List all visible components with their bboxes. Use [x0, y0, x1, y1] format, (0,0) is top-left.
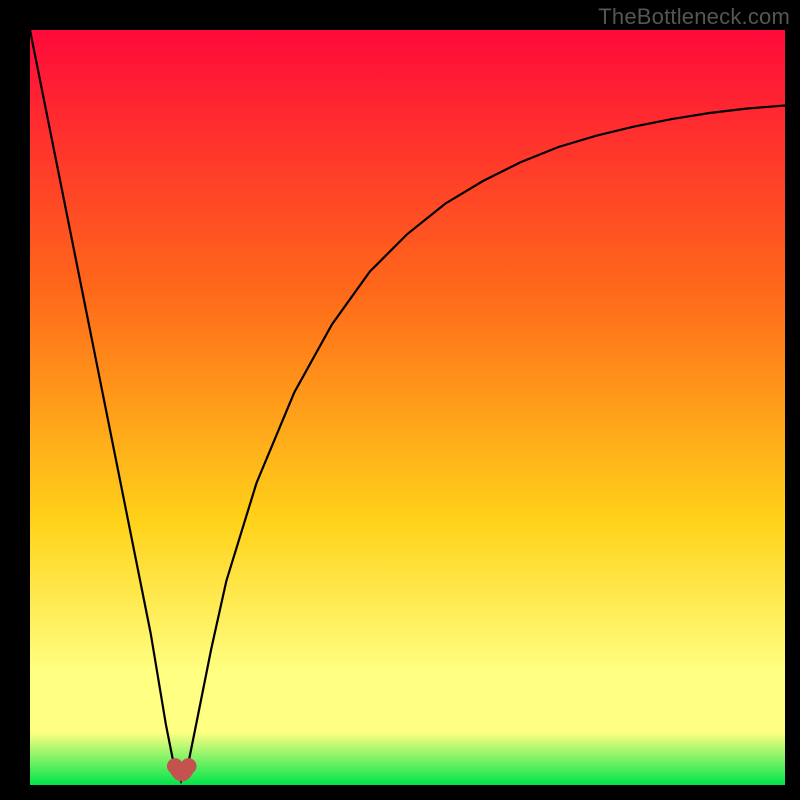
chart-frame: TheBottleneck.com: [0, 0, 800, 800]
watermark-text: TheBottleneck.com: [598, 4, 790, 30]
optimal-point-right: [181, 758, 197, 774]
plot-area: [30, 30, 785, 785]
bottleneck-chart: [0, 0, 800, 800]
